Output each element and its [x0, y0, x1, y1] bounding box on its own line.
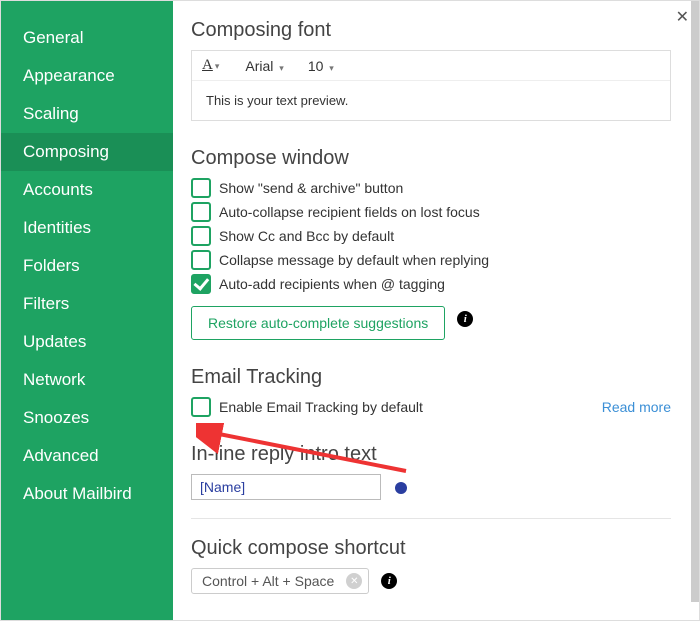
section-title-font: Composing font — [191, 19, 671, 42]
sidebar-item-composing[interactable]: Composing — [1, 133, 173, 171]
section-title-email-tracking: Email Tracking — [191, 366, 671, 389]
checkbox-icon[interactable] — [191, 178, 211, 198]
option-show-cc-bcc[interactable]: Show Cc and Bcc by default — [191, 226, 671, 246]
option-auto-collapse[interactable]: Auto-collapse recipient fields on lost f… — [191, 202, 671, 222]
font-toolbar: A▾ Arial ▾ 10 ▾ — [192, 51, 670, 81]
font-family-select[interactable]: Arial ▾ — [231, 58, 287, 74]
close-icon[interactable]: ✕ — [676, 7, 689, 27]
sidebar-item-identities[interactable]: Identities — [1, 209, 173, 247]
clear-icon[interactable]: ✕ — [346, 573, 362, 589]
checkbox-icon[interactable] — [191, 250, 211, 270]
sidebar-item-about[interactable]: About Mailbird — [1, 475, 173, 513]
inline-reply-input[interactable] — [191, 474, 381, 500]
info-icon[interactable]: i — [381, 573, 397, 589]
shortcut-input[interactable]: Control + Alt + Space ✕ — [191, 568, 369, 594]
sidebar-item-folders[interactable]: Folders — [1, 247, 173, 285]
shortcut-value: Control + Alt + Space — [202, 573, 334, 589]
chevron-down-icon: ▾ — [279, 63, 284, 73]
read-more-link[interactable]: Read more — [602, 399, 671, 415]
font-size-value: 10 — [308, 58, 324, 74]
font-box: A▾ Arial ▾ 10 ▾ This is your text previe… — [191, 50, 671, 121]
font-family-value: Arial — [245, 58, 273, 74]
option-label: Show Cc and Bcc by default — [219, 228, 394, 244]
font-preview-text: This is your text preview. — [192, 81, 670, 120]
option-label: Collapse message by default when replyin… — [219, 252, 489, 268]
checkbox-icon[interactable] — [191, 397, 211, 417]
settings-window: General Appearance Scaling Composing Acc… — [1, 1, 699, 620]
option-collapse-message[interactable]: Collapse message by default when replyin… — [191, 250, 671, 270]
scrollbar[interactable] — [691, 1, 699, 602]
option-label: Show "send & archive" button — [219, 180, 403, 196]
font-size-select[interactable]: 10 ▾ — [292, 58, 336, 74]
checkbox-icon[interactable] — [191, 226, 211, 246]
sidebar-item-scaling[interactable]: Scaling — [1, 95, 173, 133]
sidebar-item-appearance[interactable]: Appearance — [1, 57, 173, 95]
option-label: Auto-add recipients when @ tagging — [219, 276, 445, 292]
color-dot-icon[interactable] — [395, 482, 407, 494]
info-icon[interactable]: i — [457, 311, 473, 327]
option-label: Enable Email Tracking by default — [219, 399, 423, 415]
option-auto-add-recipients[interactable]: Auto-add recipients when @ tagging — [191, 274, 671, 294]
sidebar-item-advanced[interactable]: Advanced — [1, 437, 173, 475]
sidebar-item-filters[interactable]: Filters — [1, 285, 173, 323]
sidebar-item-general[interactable]: General — [1, 19, 173, 57]
section-title-inline-reply: In-line reply intro text — [191, 443, 671, 466]
option-enable-email-tracking[interactable]: Enable Email Tracking by default — [191, 397, 423, 417]
restore-autocomplete-button[interactable]: Restore auto-complete suggestions — [191, 306, 445, 340]
sidebar: General Appearance Scaling Composing Acc… — [1, 1, 173, 620]
sidebar-item-snoozes[interactable]: Snoozes — [1, 399, 173, 437]
settings-panel: Composing font A▾ Arial ▾ 10 ▾ This is y… — [173, 1, 699, 620]
chevron-down-icon: ▾ — [329, 63, 334, 73]
checkbox-icon[interactable] — [191, 274, 211, 294]
sidebar-item-network[interactable]: Network — [1, 361, 173, 399]
section-title-quick-shortcut: Quick compose shortcut — [191, 537, 671, 560]
option-send-archive[interactable]: Show "send & archive" button — [191, 178, 671, 198]
sidebar-item-accounts[interactable]: Accounts — [1, 171, 173, 209]
section-title-compose-window: Compose window — [191, 147, 671, 170]
sidebar-item-updates[interactable]: Updates — [1, 323, 173, 361]
checkbox-icon[interactable] — [191, 202, 211, 222]
option-label: Auto-collapse recipient fields on lost f… — [219, 204, 480, 220]
font-color-icon[interactable]: A▾ — [202, 57, 227, 74]
separator — [191, 518, 671, 519]
